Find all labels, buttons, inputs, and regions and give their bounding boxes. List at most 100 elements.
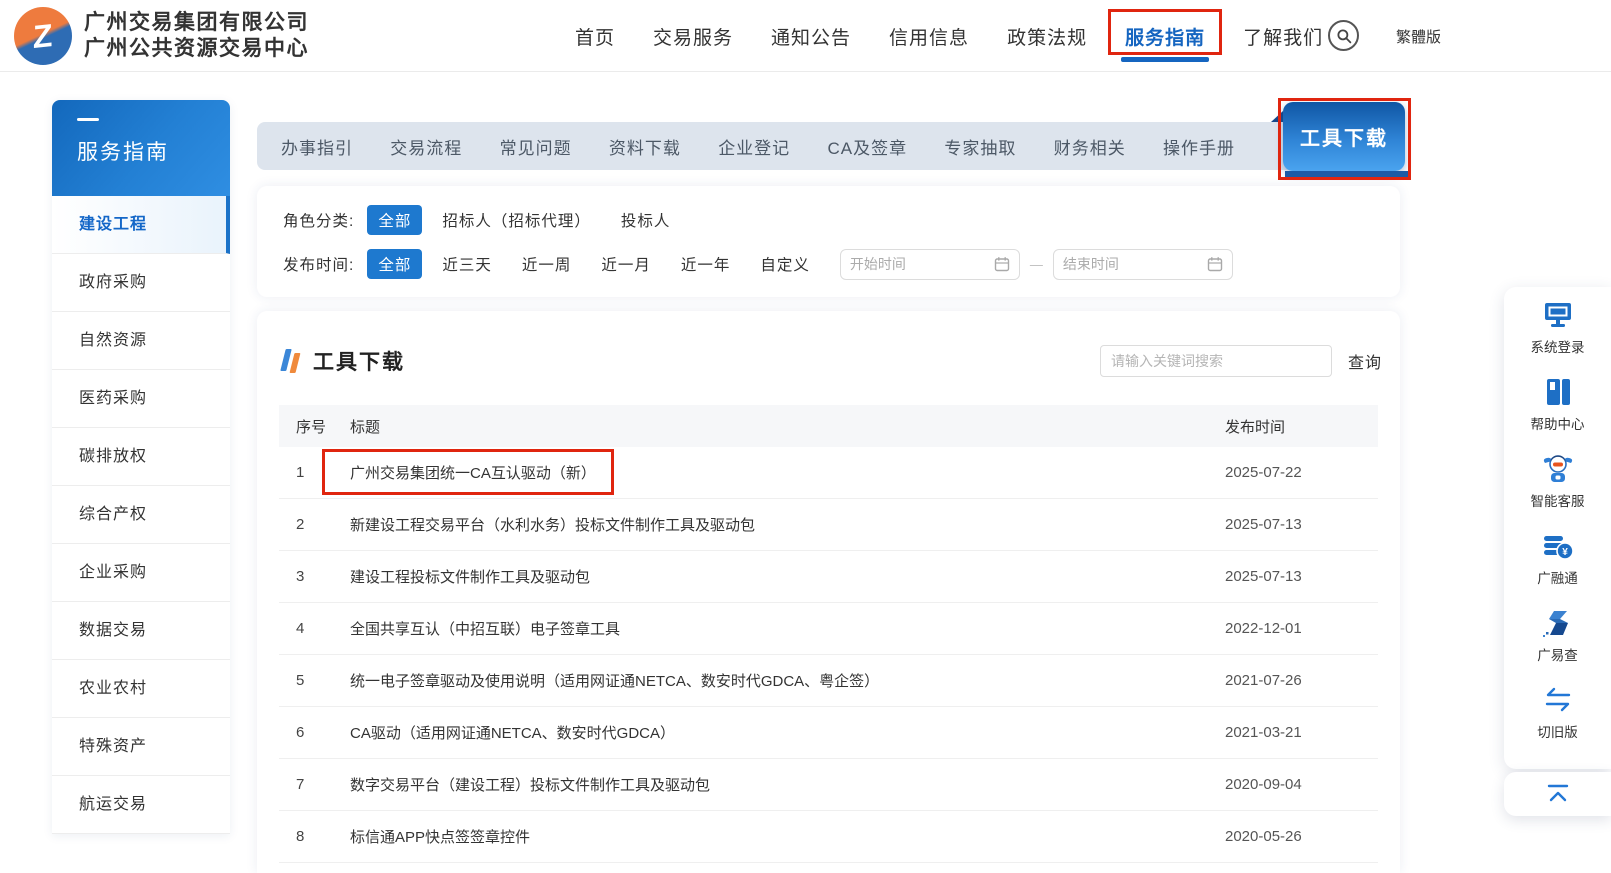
table-row[interactable]: 6 CA驱动（适用网证通NETCA、数安时代GDCA） 2021-03-21: [279, 707, 1378, 759]
table-row[interactable]: 8 标信通APP快点签签章控件 2020-05-26: [279, 811, 1378, 863]
sidebar-item[interactable]: 综合产权: [52, 486, 230, 544]
tab-item[interactable]: 专家抽取: [934, 134, 1026, 159]
row-title-link[interactable]: 新建设工程交易平台（水利水务）投标文件制作工具及驱动包: [350, 514, 1225, 535]
time-filter-option[interactable]: 全部: [367, 249, 422, 279]
tab-item[interactable]: 财务相关: [1044, 134, 1136, 159]
nav-item-label: 了解我们: [1243, 23, 1323, 50]
table-row[interactable]: 1 广州交易集团统一CA互认驱动（新） 2025-07-22: [279, 447, 1378, 499]
traditional-chinese-toggle[interactable]: 繁體版: [1396, 26, 1441, 47]
tab-item[interactable]: 资料下载: [599, 134, 691, 159]
sidebar-item-label: 建设工程: [79, 216, 147, 233]
table-row[interactable]: 7 数字交易平台（建设工程）投标文件制作工具及驱动包 2020-09-04: [279, 759, 1378, 811]
sidebar-item-label: 企业采购: [79, 564, 147, 581]
time-filter-option[interactable]: 近三天: [442, 253, 492, 275]
nav-item[interactable]: 信用信息: [870, 0, 988, 72]
section-title: 工具下载: [313, 346, 405, 376]
sidebar-item[interactable]: 自然资源: [52, 312, 230, 370]
sidebar-item[interactable]: 企业采购: [52, 544, 230, 602]
quickbar-switch-old-version[interactable]: 切旧版: [1504, 684, 1611, 761]
sidebar-item-label: 碳排放权: [79, 448, 147, 465]
sidebar-item[interactable]: 数据交易: [52, 602, 230, 660]
sidebar-item[interactable]: 医药采购: [52, 370, 230, 428]
row-title-link[interactable]: 建设工程投标文件制作工具及驱动包: [350, 566, 1225, 587]
header-search-button[interactable]: [1328, 20, 1359, 51]
quickbar-guangrongtong[interactable]: ¥ 广融通: [1504, 530, 1611, 607]
row-index: 1: [279, 464, 350, 481]
tab-item-label: 企业登记: [718, 139, 790, 158]
nav-item[interactable]: 首页: [556, 0, 634, 72]
sidebar-dash-decoration: [77, 118, 99, 121]
table-row[interactable]: 5 统一电子签章驱动及使用说明（适用网证通NETCA、数安时代GDCA、粤企签）…: [279, 655, 1378, 707]
time-filter-option[interactable]: 近一周: [522, 253, 572, 275]
row-title-link[interactable]: CA驱动（适用网证通NETCA、数安时代GDCA）: [350, 722, 1225, 743]
tab-item-label: 常见问题: [500, 139, 572, 158]
quickbar-help-center[interactable]: 帮助中心: [1504, 376, 1611, 453]
tab-item[interactable]: CA及签章: [817, 134, 917, 159]
role-filter-option[interactable]: 全部: [367, 205, 422, 235]
quickbar-smart-service[interactable]: 智能客服: [1504, 453, 1611, 530]
row-title-link[interactable]: 广州交易集团统一CA互认驱动（新）: [350, 462, 1225, 483]
tab-item[interactable]: 操作手册: [1153, 134, 1245, 159]
tab-item[interactable]: 企业登记: [708, 134, 800, 159]
keyword-search-input[interactable]: [1100, 345, 1332, 377]
sidebar-item-label: 医药采购: [79, 390, 147, 407]
table-row[interactable]: 4 全国共享互认（中招互联）电子签章工具 2022-12-01: [279, 603, 1378, 655]
tab-item-label: 专家抽取: [944, 139, 1016, 158]
role-filter-option[interactable]: 投标人: [621, 209, 671, 231]
site-logo[interactable]: Z: [14, 7, 72, 65]
date-range-separator: —: [1030, 257, 1043, 272]
row-date: 2025-07-13: [1225, 516, 1378, 533]
row-title-link[interactable]: 数字交易平台（建设工程）投标文件制作工具及驱动包: [350, 774, 1225, 795]
svg-text:¥: ¥: [1562, 547, 1568, 558]
sidebar-item[interactable]: 农业农村: [52, 660, 230, 718]
nav-item[interactable]: 政策法规: [988, 0, 1106, 72]
tab-item[interactable]: 办事指引: [271, 134, 363, 159]
tab-item-label: 资料下载: [609, 139, 681, 158]
download-table: 序号 标题 发布时间 1 广州交易集团统一CA互认驱动（新） 2025-07-2…: [279, 405, 1378, 863]
quickbar-label: 切旧版: [1537, 721, 1578, 741]
sidebar-item[interactable]: 建设工程: [52, 196, 230, 254]
nav-item-label: 政策法规: [1007, 23, 1087, 50]
sidebar-item[interactable]: 政府采购: [52, 254, 230, 312]
nav-item[interactable]: 服务指南: [1106, 0, 1224, 72]
nav-item[interactable]: 通知公告: [752, 0, 870, 72]
start-date-placeholder: 开始时间: [850, 254, 906, 274]
book-icon: [1542, 376, 1574, 408]
time-filter-option[interactable]: 近一月: [601, 253, 651, 275]
tab-item[interactable]: 常见问题: [490, 134, 582, 159]
sidebar-item[interactable]: 航运交易: [52, 776, 230, 834]
row-title-link[interactable]: 统一电子签章驱动及使用说明（适用网证通NETCA、数安时代GDCA、粤企签）: [350, 670, 1225, 691]
table-row[interactable]: 3 建设工程投标文件制作工具及驱动包 2025-07-13: [279, 551, 1378, 603]
nav-item[interactable]: 了解我们: [1224, 0, 1342, 72]
row-title-link[interactable]: 标信通APP快点签签章控件: [350, 826, 1225, 847]
sidebar-item-label: 农业农村: [79, 680, 147, 697]
row-date: 2025-07-22: [1225, 464, 1378, 481]
table-row[interactable]: 2 新建设工程交易平台（水利水务）投标文件制作工具及驱动包 2025-07-13: [279, 499, 1378, 551]
nav-item-label: 通知公告: [771, 23, 851, 50]
sidebar-item[interactable]: 特殊资产: [52, 718, 230, 776]
sidebar-item-label: 航运交易: [79, 796, 147, 813]
nav-item[interactable]: 交易服务: [634, 0, 752, 72]
tab-item[interactable]: 交易流程: [380, 134, 472, 159]
quickbar-guangyicha[interactable]: 广易查: [1504, 607, 1611, 684]
tab-item-label: CA及签章: [827, 139, 907, 158]
page-header: Z 广州交易集团有限公司 广州公共资源交易中心 首页 交易服务 通知公告 信用信…: [0, 0, 1611, 72]
back-to-top-button[interactable]: [1504, 772, 1611, 816]
row-title-link[interactable]: 全国共享互认（中招互联）电子签章工具: [350, 618, 1225, 639]
calendar-icon: [1207, 256, 1223, 272]
search-icon: [1335, 27, 1353, 45]
company-name-line2: 广州公共资源交易中心: [84, 36, 309, 62]
start-date-input[interactable]: 开始时间: [840, 249, 1020, 280]
tab-item-label: 操作手册: [1163, 139, 1235, 158]
table-body: 1 广州交易集团统一CA互认驱动（新） 2025-07-22 2 新建设工程交易…: [279, 447, 1378, 863]
robot-icon: [1541, 453, 1575, 485]
filter-panel: 角色分类: 全部 招标人（招标代理） 投标人 发布时间: 全部 近三天 近一周 …: [257, 186, 1400, 297]
role-filter-option[interactable]: 招标人（招标代理）: [442, 209, 591, 231]
tab-tool-download-active[interactable]: 工具下载: [1283, 102, 1405, 171]
time-filter-option[interactable]: 自定义: [760, 253, 810, 275]
time-filter-option[interactable]: 近一年: [681, 253, 731, 275]
quickbar-system-login[interactable]: 系统登录: [1504, 299, 1611, 376]
sidebar-item[interactable]: 碳排放权: [52, 428, 230, 486]
query-button[interactable]: 查询: [1348, 349, 1382, 373]
end-date-input[interactable]: 结束时间: [1053, 249, 1233, 280]
